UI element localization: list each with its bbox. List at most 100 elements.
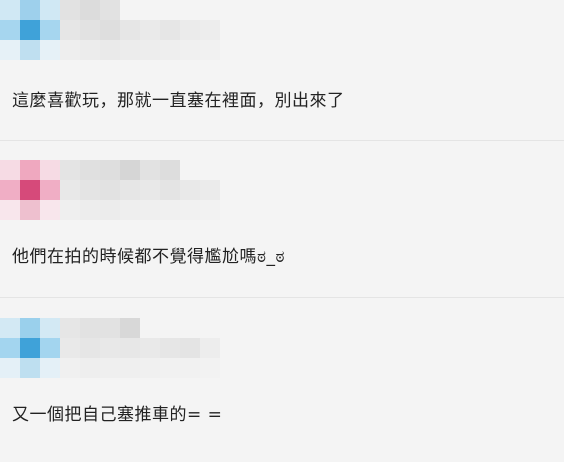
username-blur-pixel bbox=[140, 318, 160, 338]
username-blur-pixel bbox=[160, 40, 180, 60]
username-blur-pixel bbox=[180, 200, 200, 220]
username-blur-pixel bbox=[60, 318, 80, 338]
username-blur-pixel bbox=[100, 338, 120, 358]
username-blurred[interactable] bbox=[60, 160, 220, 220]
username-blur-pixel bbox=[160, 318, 180, 338]
avatar-pixel bbox=[20, 200, 40, 220]
username-blur-pixel bbox=[80, 318, 100, 338]
avatar-pixel bbox=[40, 0, 60, 20]
username-blur-pixel bbox=[60, 200, 80, 220]
username-blur-pixel bbox=[100, 20, 120, 40]
username-blur-pixel bbox=[80, 0, 100, 20]
username-blur-pixel bbox=[160, 180, 180, 200]
user-avatar-icon[interactable] bbox=[0, 0, 60, 60]
username-blur-pixel bbox=[100, 200, 120, 220]
username-blur-pixel bbox=[120, 200, 140, 220]
username-blur-pixel bbox=[100, 160, 120, 180]
comment-item: 他們在拍的時候都不覺得尷尬嗎ಠ_ಠ bbox=[0, 141, 564, 297]
username-blurred[interactable] bbox=[60, 318, 220, 378]
username-blur-pixel bbox=[160, 20, 180, 40]
avatar-pixel bbox=[40, 200, 60, 220]
username-blur-pixel bbox=[160, 160, 180, 180]
comment-text: 他們在拍的時候都不覺得尷尬嗎ಠ_ಠ bbox=[12, 247, 285, 267]
avatar-pixel bbox=[0, 338, 20, 358]
username-blur-pixel bbox=[60, 358, 80, 378]
username-blur-pixel bbox=[120, 338, 140, 358]
username-blur-pixel bbox=[140, 160, 160, 180]
user-avatar-blurred-blue bbox=[0, 0, 60, 60]
username-blur-pixel bbox=[120, 20, 140, 40]
avatar-pixel bbox=[40, 160, 60, 180]
username-blur-pixel bbox=[120, 180, 140, 200]
username-blur-pixel bbox=[60, 20, 80, 40]
username-blur-pixel bbox=[140, 338, 160, 358]
username-blur-pixel bbox=[60, 160, 80, 180]
username-blur-pixel bbox=[200, 0, 220, 20]
username-blur-pixel bbox=[200, 200, 220, 220]
username-blur-pixel bbox=[160, 338, 180, 358]
username-blur-pixel bbox=[140, 180, 160, 200]
avatar-pixel bbox=[0, 200, 20, 220]
username-blur-pixel bbox=[80, 358, 100, 378]
avatar-pixel bbox=[20, 338, 40, 358]
avatar-pixel bbox=[0, 20, 20, 40]
username-blur-pixel bbox=[200, 180, 220, 200]
username-blur-pixel bbox=[180, 160, 200, 180]
avatar-pixel bbox=[20, 40, 40, 60]
comment-item: 這麼喜歡玩，那就一直塞在裡面，別出來了 bbox=[0, 0, 564, 140]
username-blur-pixel bbox=[200, 318, 220, 338]
avatar-pixel bbox=[20, 160, 40, 180]
username-blur-pixel bbox=[140, 0, 160, 20]
username-blur-pixel bbox=[60, 338, 80, 358]
avatar-pixel bbox=[0, 358, 20, 378]
username-blur-pixel bbox=[100, 40, 120, 60]
username-blur-pixel bbox=[160, 200, 180, 220]
username-blur-pixel bbox=[180, 0, 200, 20]
user-avatar-icon[interactable] bbox=[0, 160, 60, 220]
avatar-pixel bbox=[40, 338, 60, 358]
avatar-pixel bbox=[20, 318, 40, 338]
avatar-pixel bbox=[20, 180, 40, 200]
avatar-pixel bbox=[40, 318, 60, 338]
username-blurred[interactable] bbox=[60, 0, 220, 60]
user-avatar-icon[interactable] bbox=[0, 318, 60, 378]
username-blur-pixel bbox=[120, 358, 140, 378]
username-blur-pixel bbox=[140, 200, 160, 220]
username-blur-pixel bbox=[180, 20, 200, 40]
username-blur-pixel bbox=[80, 20, 100, 40]
username-blur-pixel bbox=[180, 358, 200, 378]
comment-item: 又一個把自己塞推車的= = bbox=[0, 298, 564, 462]
avatar-pixel bbox=[0, 160, 20, 180]
username-blur-pixel bbox=[100, 358, 120, 378]
avatar-pixel bbox=[0, 40, 20, 60]
username-blur-pixel bbox=[120, 160, 140, 180]
username-blur-pixel bbox=[60, 0, 80, 20]
username-blur-pixel bbox=[60, 180, 80, 200]
avatar-pixel bbox=[20, 358, 40, 378]
username-blur-pixel bbox=[160, 0, 180, 20]
username-blur-pixel bbox=[120, 318, 140, 338]
username-blur-pixel bbox=[100, 180, 120, 200]
avatar-pixel bbox=[40, 20, 60, 40]
avatar-pixel bbox=[40, 40, 60, 60]
user-avatar-blurred-blue bbox=[0, 318, 60, 378]
username-blur-pixel bbox=[200, 338, 220, 358]
username-blur-pixel bbox=[140, 20, 160, 40]
avatar-pixel bbox=[40, 180, 60, 200]
user-avatar-blurred-pink bbox=[0, 160, 60, 220]
username-blur-pixel bbox=[180, 318, 200, 338]
avatar-pixel bbox=[20, 0, 40, 20]
username-blur-pixel bbox=[140, 40, 160, 60]
avatar-pixel bbox=[0, 0, 20, 20]
username-blur-pixel bbox=[80, 40, 100, 60]
username-blur-pixel bbox=[80, 200, 100, 220]
username-blur-pixel bbox=[160, 358, 180, 378]
username-blur-pixel bbox=[100, 0, 120, 20]
username-blur-pixel bbox=[80, 338, 100, 358]
username-blur-pixel bbox=[200, 358, 220, 378]
avatar-pixel bbox=[40, 358, 60, 378]
avatar-pixel bbox=[20, 20, 40, 40]
username-blur-pixel bbox=[200, 160, 220, 180]
username-blur-pixel bbox=[180, 40, 200, 60]
username-blur-pixel bbox=[200, 20, 220, 40]
